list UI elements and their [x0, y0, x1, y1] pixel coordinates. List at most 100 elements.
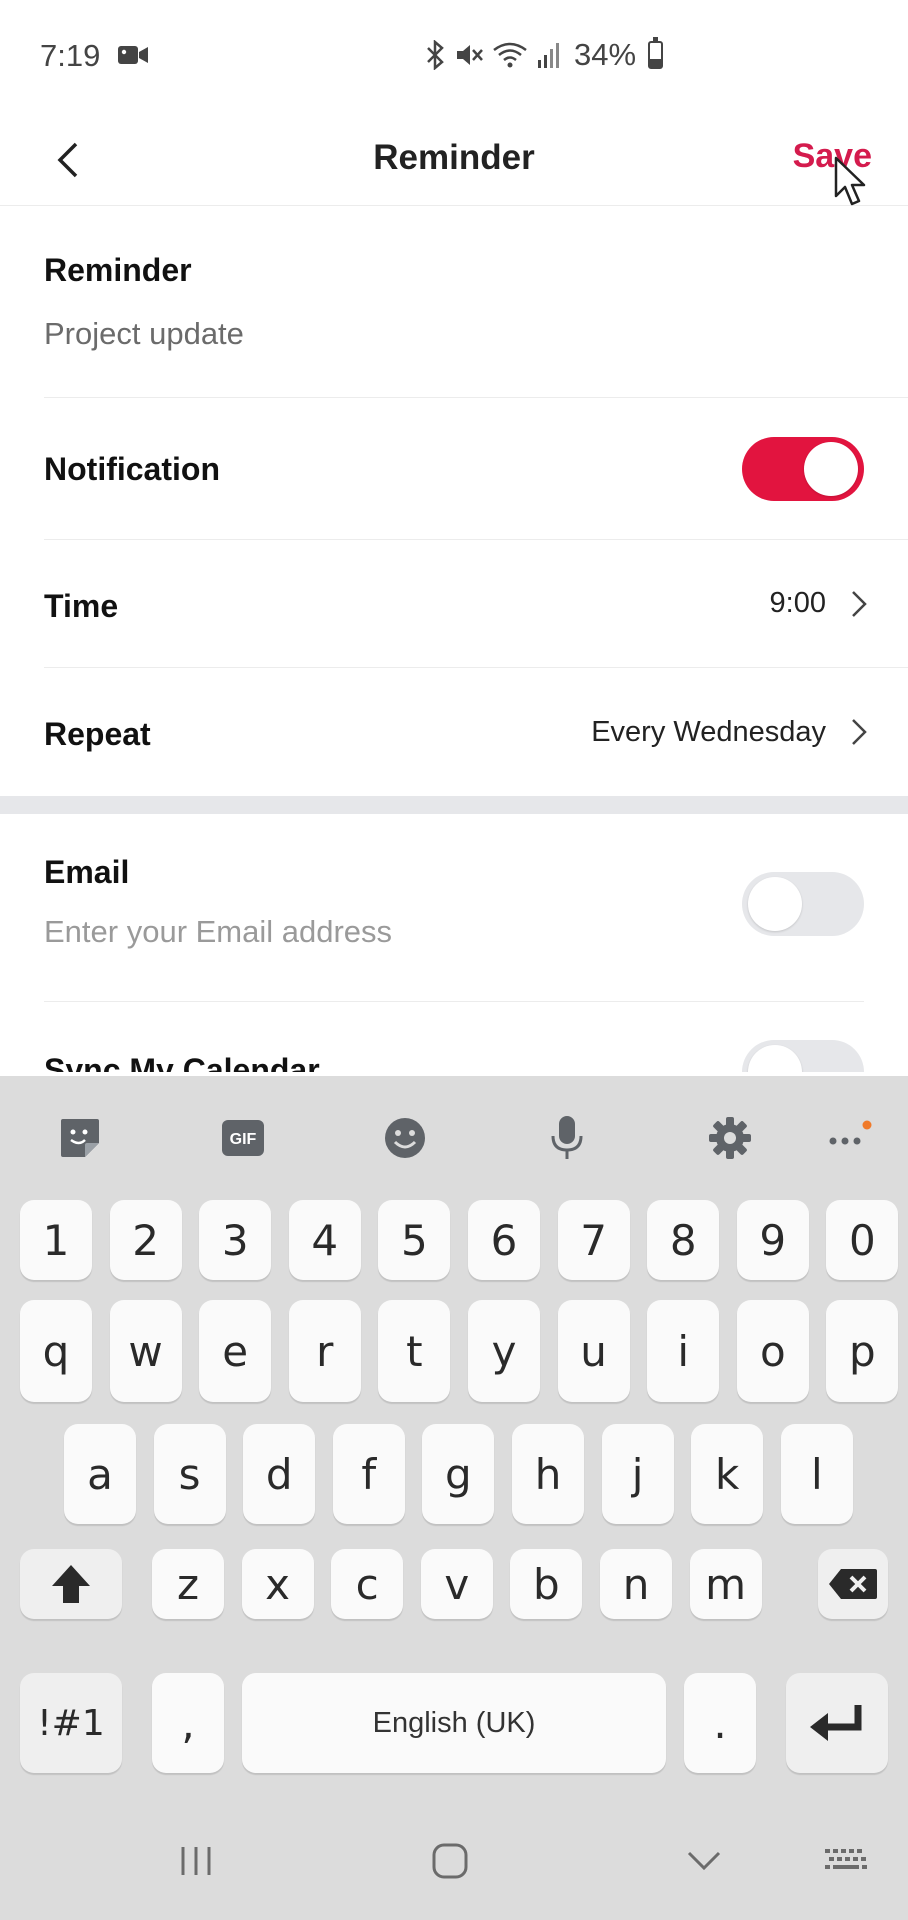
key-p[interactable]: p — [826, 1300, 899, 1402]
backspace-key[interactable] — [818, 1549, 888, 1619]
enter-key[interactable] — [786, 1673, 888, 1773]
key-x[interactable]: x — [241, 1549, 314, 1619]
period-key[interactable]: . — [684, 1673, 756, 1773]
hide-keyboard-button[interactable] — [684, 1836, 724, 1886]
reminder-title-input[interactable]: Project update — [44, 316, 244, 352]
notification-label: Notification — [44, 451, 220, 487]
on-screen-keyboard: GIF 1 2 3 4 5 6 7 8 9 0 q w e r t y u i … — [0, 1076, 908, 1920]
key-s[interactable]: s — [153, 1424, 226, 1524]
sticker-icon — [61, 1119, 99, 1157]
shift-key[interactable] — [20, 1549, 122, 1619]
key-i[interactable]: i — [647, 1300, 720, 1402]
key-h[interactable]: h — [512, 1424, 584, 1524]
toggle-knob — [804, 442, 858, 496]
key-0[interactable]: 0 — [826, 1200, 899, 1280]
key-g[interactable]: g — [422, 1424, 495, 1524]
key-3[interactable]: 3 — [199, 1200, 272, 1280]
key-k[interactable]: k — [691, 1424, 764, 1524]
recent-apps-icon — [181, 1847, 211, 1875]
video-recording-icon — [118, 46, 148, 64]
reminder-title-row[interactable]: Reminder Project update — [44, 206, 908, 398]
emoji-button[interactable] — [375, 1108, 435, 1168]
key-z[interactable]: z — [152, 1549, 224, 1619]
keyboard-icon — [825, 1849, 867, 1869]
email-toggle[interactable] — [742, 872, 864, 936]
comma-key[interactable]: , — [152, 1673, 224, 1773]
key-t[interactable]: t — [378, 1300, 451, 1402]
key-7[interactable]: 7 — [557, 1200, 630, 1280]
key-u[interactable]: u — [557, 1300, 630, 1402]
chevron-down-icon — [687, 1851, 721, 1871]
key-1[interactable]: 1 — [20, 1200, 92, 1280]
system-nav-bar — [0, 1800, 908, 1920]
keyboard-switch-button[interactable] — [822, 1836, 870, 1886]
toggle-knob — [748, 1045, 802, 1072]
sync-calendar-toggle[interactable] — [742, 1040, 864, 1072]
key-j[interactable]: j — [601, 1424, 674, 1524]
sync-calendar-row: Sync My Calendar — [44, 1002, 864, 1072]
mouse-cursor-icon — [834, 156, 866, 206]
key-y[interactable]: y — [468, 1300, 540, 1402]
gif-icon: GIF — [222, 1120, 264, 1156]
key-a[interactable]: a — [64, 1424, 136, 1524]
key-v[interactable]: v — [420, 1549, 493, 1619]
email-row: Email Enter your Email address — [44, 814, 864, 1002]
key-b[interactable]: b — [510, 1549, 583, 1619]
keyboard-settings-button[interactable] — [700, 1108, 760, 1168]
repeat-value-group: Every Wednesday — [591, 668, 868, 796]
recent-apps-button[interactable] — [176, 1836, 216, 1886]
repeat-value: Every Wednesday — [591, 715, 826, 748]
emoji-icon — [385, 1118, 425, 1158]
key-l[interactable]: l — [780, 1424, 853, 1524]
chevron-right-icon — [852, 719, 867, 745]
keyboard-toolbar: GIF — [0, 1076, 908, 1200]
key-n[interactable]: n — [600, 1549, 672, 1619]
battery-icon — [648, 37, 664, 69]
status-time: 7:19 — [40, 38, 101, 73]
time-label: Time — [44, 588, 119, 624]
more-options-icon — [829, 1120, 872, 1145]
key-4[interactable]: 4 — [288, 1200, 361, 1280]
home-button[interactable] — [430, 1836, 470, 1886]
time-value: 9:00 — [769, 587, 826, 619]
email-label: Email — [44, 854, 130, 890]
email-field[interactable]: Enter your Email address — [44, 914, 392, 950]
key-q[interactable]: q — [20, 1300, 92, 1402]
section-divider — [0, 796, 908, 814]
gif-button[interactable]: GIF — [213, 1108, 273, 1168]
page-title: Reminder — [373, 138, 535, 177]
integrations-section: Email Enter your Email address Sync My C… — [0, 814, 908, 1072]
settings-gear-icon — [709, 1117, 751, 1159]
key-e[interactable]: e — [199, 1300, 272, 1402]
key-d[interactable]: d — [243, 1424, 316, 1524]
gif-label: GIF — [230, 1131, 257, 1148]
notification-toggle[interactable] — [742, 437, 864, 501]
key-2[interactable]: 2 — [109, 1200, 182, 1280]
time-row[interactable]: Time 9:00 — [44, 540, 908, 668]
key-f[interactable]: f — [332, 1424, 405, 1524]
key-o[interactable]: o — [736, 1300, 809, 1402]
key-m[interactable]: m — [689, 1549, 762, 1619]
status-icons: 34% — [424, 37, 664, 72]
key-8[interactable]: 8 — [647, 1200, 720, 1280]
repeat-label: Repeat — [44, 716, 151, 752]
app-header: Reminder Save — [0, 110, 908, 206]
symbols-key[interactable]: !#1 — [20, 1673, 122, 1773]
more-options-button[interactable] — [818, 1108, 878, 1168]
signal-icon — [538, 43, 559, 68]
key-r[interactable]: r — [288, 1300, 361, 1402]
repeat-row[interactable]: Repeat Every Wednesday — [44, 668, 908, 796]
key-c[interactable]: c — [331, 1549, 404, 1619]
time-value-group: 9:00 — [770, 540, 868, 667]
key-6[interactable]: 6 — [468, 1200, 540, 1280]
sticker-button[interactable] — [50, 1108, 110, 1168]
bluetooth-icon — [427, 40, 444, 70]
chevron-right-icon — [852, 590, 867, 617]
key-w[interactable]: w — [109, 1300, 182, 1402]
key-5[interactable]: 5 — [378, 1200, 451, 1280]
mute-icon — [457, 45, 483, 65]
voice-input-button[interactable] — [537, 1108, 597, 1168]
space-key[interactable]: English (UK) — [242, 1673, 666, 1773]
key-9[interactable]: 9 — [736, 1200, 809, 1280]
shift-arrow-icon — [52, 1565, 90, 1603]
